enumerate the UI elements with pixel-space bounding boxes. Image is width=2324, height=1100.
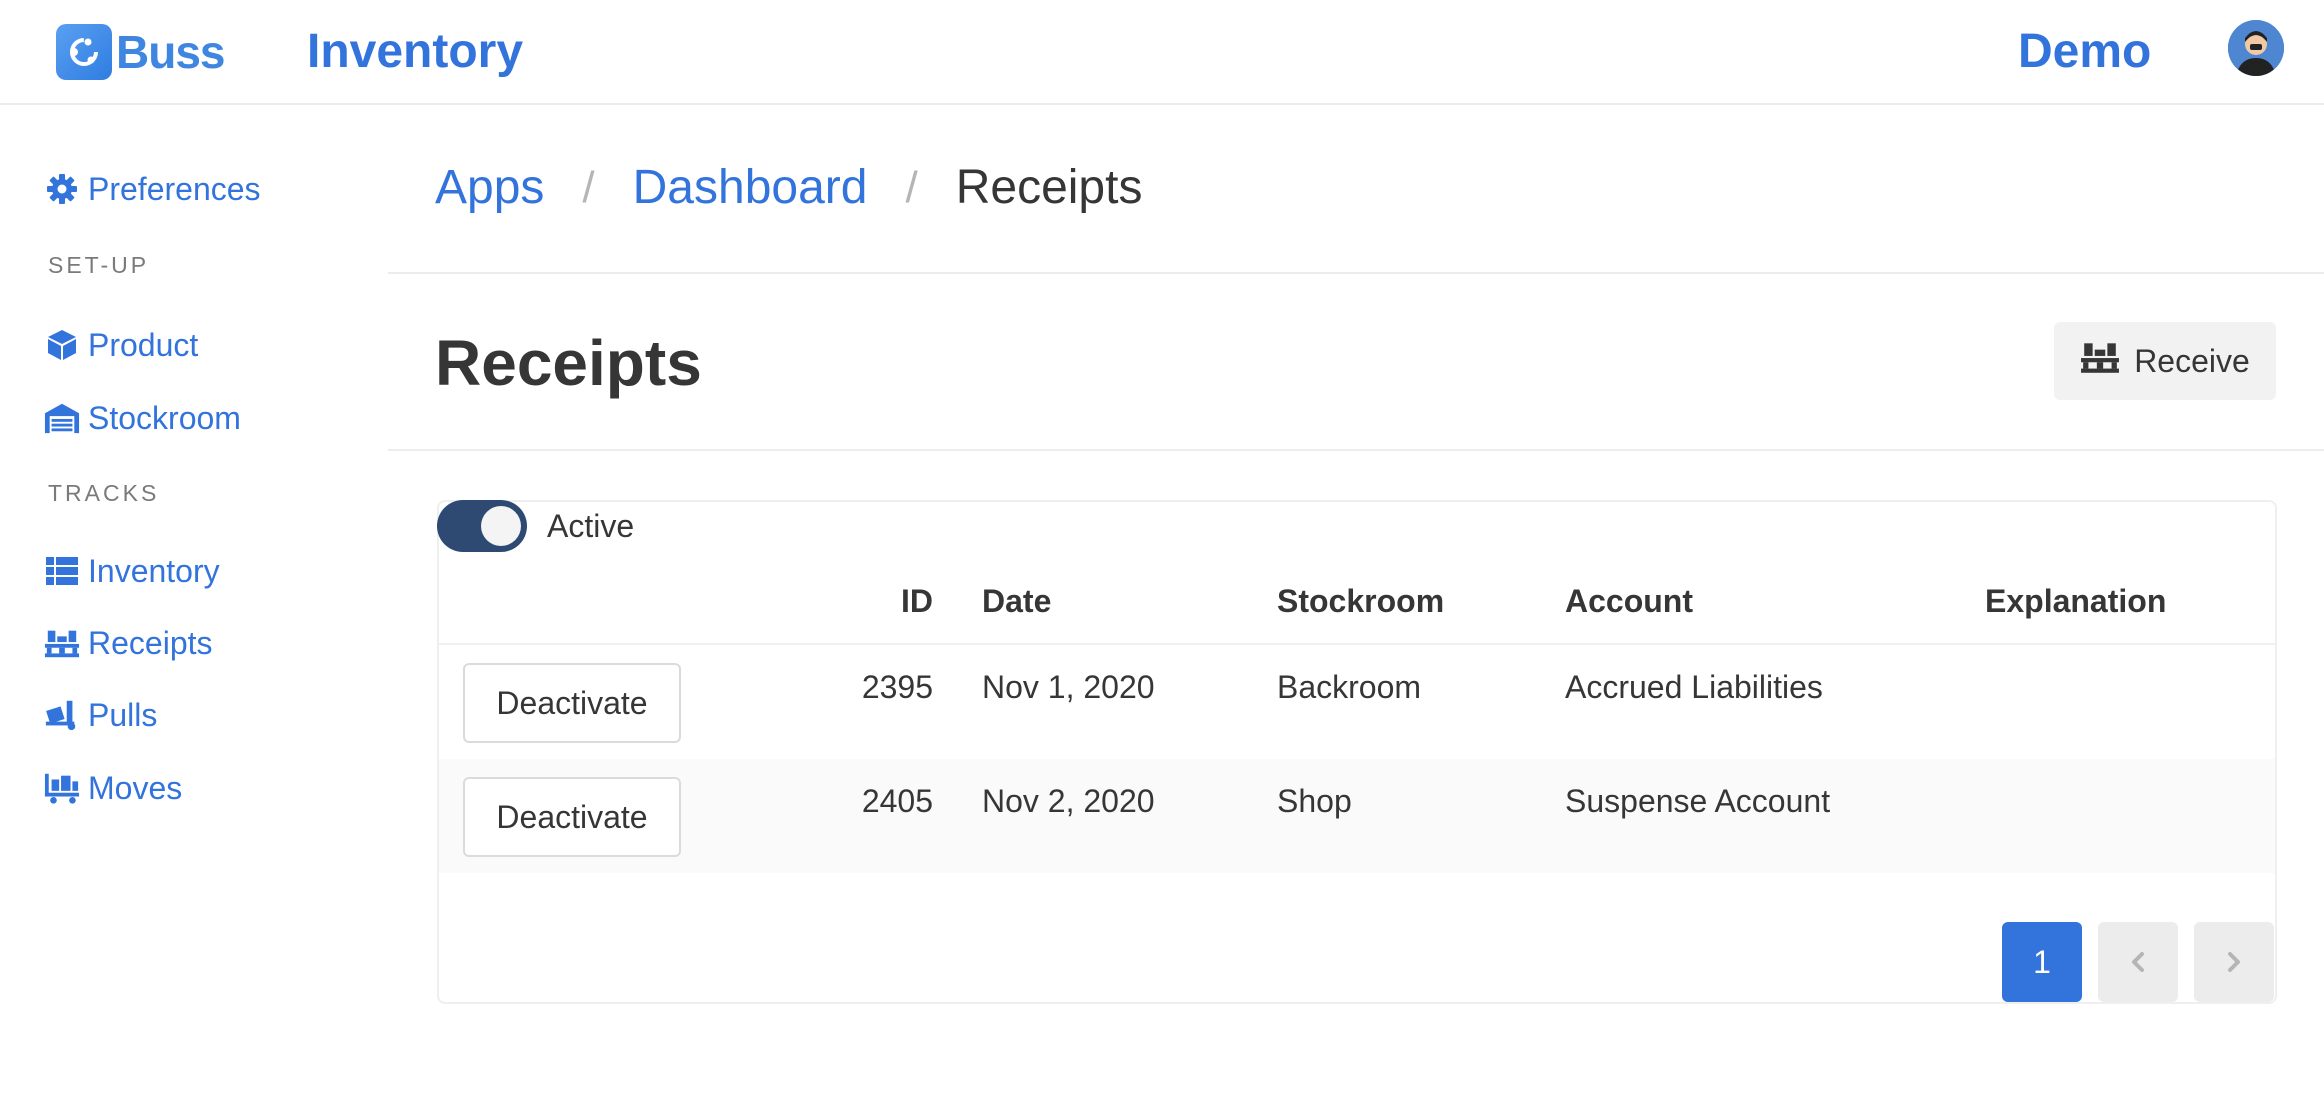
pagination-previous-button[interactable]: [2098, 922, 2178, 1002]
brand-logo-link[interactable]: Buss: [56, 24, 225, 80]
receive-button-label: Receive: [2134, 342, 2250, 379]
divider: [388, 272, 2324, 274]
warehouse-icon: [44, 400, 80, 436]
chevron-left-icon: [2129, 944, 2147, 981]
sidebar-item-label: Stockroom: [88, 399, 241, 436]
app-title-link[interactable]: Inventory: [307, 22, 523, 82]
gear-icon: [44, 171, 80, 207]
page-title: Receipts: [435, 327, 702, 399]
brand-logo-icon: [56, 24, 112, 80]
avatar[interactable]: [2228, 20, 2284, 76]
sidebar-item-label: Product: [88, 326, 199, 363]
cube-icon: [44, 327, 80, 363]
divider: [388, 449, 2324, 451]
cell-id: 2395: [861, 669, 933, 705]
cell-date: Nov 1, 2020: [982, 669, 1155, 705]
pagination-next-button[interactable]: [2194, 922, 2274, 1002]
sidebar-item-product[interactable]: Product: [44, 323, 198, 367]
cell-date: Nov 2, 2020: [982, 783, 1155, 819]
breadcrumb-separator: /: [905, 162, 918, 212]
deactivate-button[interactable]: Deactivate: [463, 663, 681, 743]
sidebar-item-label: Pulls: [88, 696, 158, 733]
sidebar-item-label: Inventory: [88, 552, 220, 589]
tracks-section-label: TRACKS: [48, 480, 160, 506]
pallet-icon: [2080, 339, 2120, 383]
sidebar: Preferences SET-UP Product Stockroom TRA…: [0, 107, 388, 1100]
user-menu-link[interactable]: Demo: [2018, 22, 2151, 82]
breadcrumb-dashboard[interactable]: Dashboard: [633, 160, 868, 215]
table-row: Deactivate 2405 Nov 2, 2020 Shop Suspens…: [439, 759, 2275, 873]
setup-section-label: SET-UP: [48, 252, 150, 278]
sidebar-item-receipts[interactable]: Receipts: [44, 621, 213, 665]
column-header-id[interactable]: ID: [770, 583, 933, 620]
chevron-right-icon: [2225, 944, 2243, 981]
sidebar-item-label: Preferences: [88, 170, 261, 207]
column-header-stockroom[interactable]: Stockroom: [1277, 583, 1444, 620]
sidebar-item-preferences[interactable]: Preferences: [44, 167, 261, 211]
cell-stockroom: Shop: [1277, 783, 1352, 819]
cell-account: Suspense Account: [1565, 783, 1831, 819]
column-header-date[interactable]: Date: [982, 583, 1051, 620]
list-icon: [44, 553, 80, 589]
top-navbar: Buss Inventory Demo: [0, 0, 2324, 105]
deactivate-button[interactable]: Deactivate: [463, 777, 681, 857]
brand-name: Buss: [116, 26, 225, 78]
breadcrumb-current: Receipts: [955, 161, 1143, 214]
sidebar-item-pulls[interactable]: Pulls: [44, 693, 157, 737]
sidebar-item-label: Receipts: [88, 624, 213, 661]
cell-account: Accrued Liabilities: [1565, 669, 1823, 705]
column-header-account[interactable]: Account: [1565, 583, 1693, 620]
dolly-icon: [44, 697, 80, 733]
cart-icon: [44, 770, 80, 806]
breadcrumb-apps[interactable]: Apps: [435, 160, 544, 215]
table-row: Deactivate 2395 Nov 1, 2020 Backroom Acc…: [439, 645, 2275, 759]
sidebar-item-inventory[interactable]: Inventory: [44, 549, 220, 593]
active-toggle-label: Active: [547, 508, 635, 544]
pallet-icon: [44, 625, 80, 661]
sidebar-item-moves[interactable]: Moves: [44, 766, 182, 810]
toggle-knob: [481, 506, 521, 546]
active-toggle[interactable]: [437, 500, 527, 552]
breadcrumb: Apps / Dashboard / Receipts: [435, 160, 1142, 215]
column-header-explanation[interactable]: Explanation: [1985, 583, 2166, 620]
cell-id: 2405: [861, 783, 933, 819]
sidebar-item-label: Moves: [88, 769, 183, 806]
receive-button[interactable]: Receive: [2054, 322, 2276, 400]
cell-stockroom: Backroom: [1277, 669, 1422, 705]
sidebar-item-stockroom[interactable]: Stockroom: [44, 396, 241, 440]
breadcrumb-separator: /: [582, 162, 595, 212]
pagination-page-1[interactable]: 1: [2002, 922, 2082, 1002]
